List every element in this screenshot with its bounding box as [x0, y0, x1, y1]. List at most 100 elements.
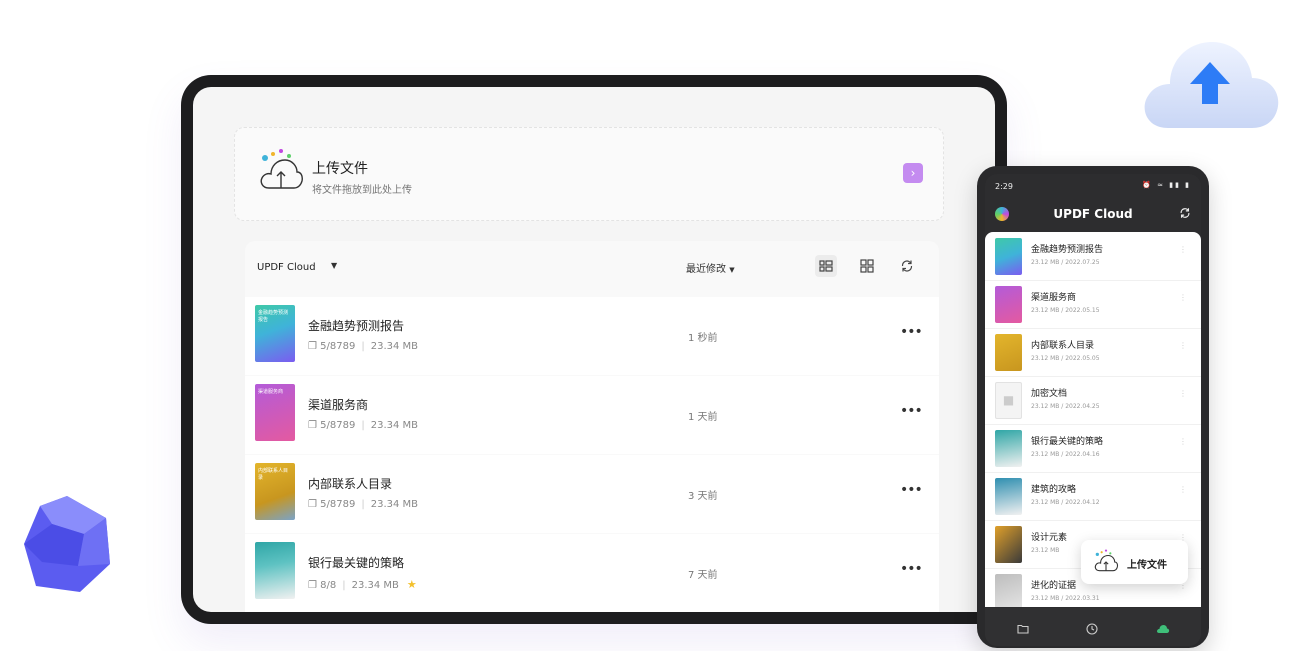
- file-thumbnail: [995, 574, 1022, 607]
- file-thumbnail: 渠道服务商: [255, 384, 295, 441]
- cloud-location-dropdown[interactable]: UPDF Cloud: [257, 262, 316, 273]
- file-name: 内部联系人目录: [308, 477, 393, 491]
- clock-icon[interactable]: [1086, 620, 1098, 639]
- file-name: 内部联系人目录: [1031, 341, 1095, 351]
- tablet-device: 上传文件 将文件拖放到此处上传 › UPDF Cloud ▼ 最近修改 ▼ 金融…: [181, 75, 1007, 624]
- file-row[interactable]: 金融趋势预测报告 金融趋势预测报告 ❐ 5/8789 | 23.34 MB 1 秒前…: [245, 297, 939, 375]
- more-options-icon[interactable]: ⋮: [1179, 294, 1187, 302]
- file-row[interactable]: 内部联系人目录 内部联系人目录 ❐ 5/8789 | 23.34 MB 3 天前 •…: [245, 455, 939, 533]
- file-thumbnail: [995, 478, 1022, 515]
- more-options-icon[interactable]: •••: [900, 482, 923, 498]
- more-options-icon[interactable]: ⋮: [1179, 438, 1187, 446]
- file-size: 23.34 MB: [370, 341, 419, 352]
- file-thumbnail: 金融趋势预测报告: [255, 305, 295, 362]
- file-thumbnail: [995, 334, 1022, 371]
- upload-file-button[interactable]: 上传文件: [1081, 540, 1188, 584]
- file-thumbnail: [995, 430, 1022, 467]
- file-name: 金融趋势预测报告: [308, 319, 405, 333]
- star-icon[interactable]: ★: [407, 578, 417, 591]
- phone-header: UPDF Cloud: [985, 198, 1201, 230]
- file-name: 银行最关键的策略: [308, 556, 405, 570]
- upload-title: 上传文件: [312, 161, 368, 177]
- sort-label: 最近修改: [686, 264, 726, 275]
- list-view-icon[interactable]: [815, 255, 837, 277]
- upload-dropzone[interactable]: 上传文件 将文件拖放到此处上传 ›: [234, 127, 944, 221]
- file-meta: 23.12 MB / 2022.07.25: [1031, 259, 1100, 266]
- page-count-icon: ❐: [308, 580, 317, 591]
- file-row[interactable]: 银行最关键的策略 ❐ 8/8 | 23.34 MB ★ 7 天前 •••: [245, 534, 939, 612]
- page-count-icon: ❐: [308, 341, 317, 352]
- file-size: 23.34 MB: [351, 580, 399, 591]
- upload-file-label: 上传文件: [1127, 560, 1167, 571]
- list-item[interactable]: 渠道服务商 23.12 MB / 2022.05.15 ⋮: [985, 280, 1201, 329]
- refresh-icon[interactable]: [896, 255, 918, 277]
- page-count: 5/8789: [320, 499, 356, 510]
- file-list-panel: UPDF Cloud ▼ 最近修改 ▼ 金融趋势预测报告 金融趋势预测报告 ❐ …: [245, 241, 939, 612]
- file-name: 设计元素: [1031, 533, 1068, 543]
- list-item[interactable]: 内部联系人目录 23.12 MB / 2022.05.05 ⋮: [985, 328, 1201, 377]
- more-options-icon[interactable]: ⋮: [1179, 390, 1187, 398]
- file-thumbnail: [995, 238, 1022, 275]
- thumbnail-label: 渠道服务商: [258, 389, 284, 395]
- file-meta: 23.12 MB / 2022.04.25: [1031, 403, 1100, 410]
- cloud-upload-decoration: [1144, 42, 1279, 128]
- modified-time: 3 天前: [688, 491, 718, 502]
- file-list-header: UPDF Cloud ▼ 最近修改 ▼: [245, 241, 939, 293]
- file-name: 建筑的攻略: [1031, 485, 1077, 495]
- list-item[interactable]: 建筑的攻略 23.12 MB / 2022.04.12 ⋮: [985, 472, 1201, 521]
- page-count-icon: ❐: [308, 499, 317, 510]
- page-count: 5/8789: [320, 341, 356, 352]
- more-options-icon[interactable]: •••: [900, 561, 923, 577]
- gem-decoration: [24, 496, 110, 592]
- more-options-icon[interactable]: ⋮: [1179, 342, 1187, 350]
- caret-down-icon[interactable]: ▼: [331, 261, 337, 270]
- modified-time: 1 秒前: [688, 333, 718, 344]
- file-thumbnail: [255, 542, 295, 599]
- caret-down-icon: ▼: [729, 266, 735, 274]
- more-options-icon[interactable]: ⋮: [1179, 486, 1187, 494]
- folder-icon[interactable]: [1017, 620, 1029, 639]
- phone-title: UPDF Cloud: [1053, 207, 1133, 221]
- cloud-upload-icon: [1094, 549, 1119, 572]
- list-item[interactable]: ■ 加密文档 23.12 MB / 2022.04.25 ⋮: [985, 376, 1201, 425]
- modified-time: 1 天前: [688, 412, 718, 423]
- file-name: 进化的证据: [1031, 581, 1077, 591]
- file-name: 渠道服务商: [308, 398, 369, 412]
- more-options-icon[interactable]: ⋮: [1179, 246, 1187, 254]
- page-count-icon: ❐: [308, 420, 317, 431]
- sort-dropdown[interactable]: 最近修改 ▼: [686, 260, 735, 275]
- refresh-icon[interactable]: [1179, 207, 1191, 219]
- file-thumbnail: 内部联系人目录: [255, 463, 295, 520]
- more-options-icon[interactable]: ⋮: [1179, 582, 1187, 590]
- page-count: 5/8789: [320, 420, 356, 431]
- file-meta: 23.12 MB / 2022.04.16: [1031, 451, 1100, 458]
- cloud-upload-icon: [260, 149, 303, 189]
- status-time: 2:29: [995, 182, 1013, 191]
- file-size: 23.34 MB: [370, 420, 419, 431]
- bottom-nav: [985, 608, 1201, 646]
- list-item[interactable]: 银行最关键的策略 23.12 MB / 2022.04.16 ⋮: [985, 424, 1201, 473]
- file-meta: 23.12 MB / 2022.05.15: [1031, 307, 1100, 314]
- chevron-right-icon[interactable]: ›: [903, 163, 923, 183]
- page-count: 8/8: [320, 580, 337, 591]
- file-meta: ❐ 5/8789 | 23.34 MB: [308, 341, 419, 352]
- file-row[interactable]: 渠道服务商 渠道服务商 ❐ 5/8789 | 23.34 MB 1 天前 •••: [245, 376, 939, 454]
- file-meta: 23.12 MB / 2022.04.12: [1031, 499, 1100, 506]
- more-options-icon[interactable]: •••: [900, 403, 923, 419]
- modified-time: 7 天前: [688, 570, 718, 581]
- file-name: 加密文档: [1031, 389, 1068, 399]
- grid-view-icon[interactable]: [856, 255, 878, 277]
- status-bar: 2:29 ⏰ ≈ ▮▮ ▮: [985, 174, 1201, 198]
- file-name: 银行最关键的策略: [1031, 437, 1104, 447]
- file-meta: ❐ 5/8789 | 23.34 MB: [308, 420, 419, 431]
- status-icons: ⏰ ≈ ▮▮ ▮: [1142, 181, 1191, 189]
- thumbnail-label: 金融趋势预测报告: [258, 310, 289, 323]
- cloud-icon[interactable]: [1156, 620, 1170, 639]
- more-options-icon[interactable]: •••: [900, 324, 923, 340]
- list-item[interactable]: 金融趋势预测报告 23.12 MB / 2022.07.25 ⋮: [985, 232, 1201, 281]
- lock-icon: ■: [995, 382, 1022, 419]
- file-meta: 23.12 MB / 2022.05.05: [1031, 355, 1100, 362]
- file-thumbnail: [995, 526, 1022, 563]
- file-meta: ❐ 8/8 | 23.34 MB ★: [308, 578, 417, 591]
- file-meta: 23.12 MB / 2022.03.31: [1031, 595, 1100, 602]
